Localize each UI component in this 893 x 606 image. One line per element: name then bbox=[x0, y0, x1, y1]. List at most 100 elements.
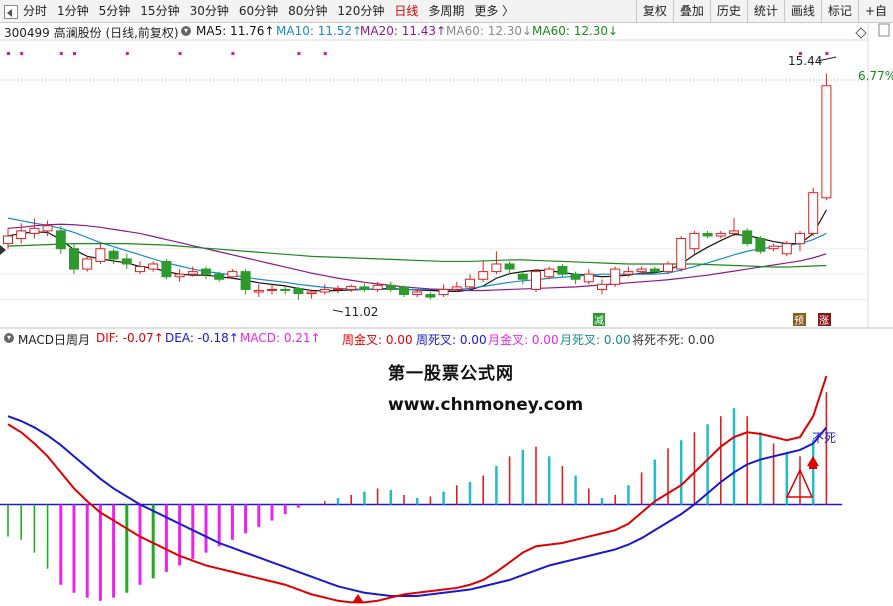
candle-41 bbox=[544, 266, 555, 280]
candle-35 bbox=[465, 274, 475, 290]
signal-dot-3 bbox=[73, 52, 76, 55]
candle-body-52 bbox=[689, 232, 700, 250]
candle-body-23 bbox=[306, 291, 317, 295]
candle-6 bbox=[82, 256, 93, 272]
candle-body-36 bbox=[478, 271, 489, 280]
zhang-mark-text: 涨 bbox=[819, 315, 829, 327]
candle-32 bbox=[425, 291, 436, 300]
candle-26 bbox=[346, 284, 357, 292]
signal-dot-4 bbox=[125, 52, 129, 55]
low-price-arrow bbox=[332, 309, 344, 313]
signal-dot-6 bbox=[231, 52, 235, 55]
candle-body-32 bbox=[425, 294, 436, 298]
ma5-line bbox=[7, 209, 827, 293]
candle-37 bbox=[491, 251, 502, 275]
candle-body-33 bbox=[438, 288, 449, 296]
dea-line bbox=[7, 415, 828, 597]
candle-10 bbox=[135, 261, 145, 275]
candle-body-16 bbox=[214, 273, 225, 280]
candle-body-1 bbox=[16, 230, 27, 240]
candle-19 bbox=[253, 284, 264, 298]
candle-body-3 bbox=[42, 225, 53, 232]
candle-body-54 bbox=[715, 232, 726, 237]
candle-18 bbox=[240, 269, 251, 295]
candle-11 bbox=[148, 261, 159, 272]
candle-body-11 bbox=[148, 263, 159, 270]
candle-25 bbox=[333, 285, 343, 294]
candle-53 bbox=[702, 230, 713, 239]
candle-body-45 bbox=[597, 283, 607, 290]
candle-body-29 bbox=[385, 284, 396, 290]
candle-46 bbox=[610, 266, 621, 287]
candle-body-4 bbox=[55, 230, 66, 250]
candle-body-51 bbox=[676, 238, 687, 270]
candle-body-40 bbox=[531, 271, 541, 290]
candle-body-47 bbox=[623, 271, 634, 275]
candle-27 bbox=[359, 283, 370, 292]
candle-body-9 bbox=[121, 258, 132, 265]
ma-lines bbox=[7, 209, 827, 293]
candle-44 bbox=[583, 269, 594, 285]
high-price-label: 15.44 bbox=[788, 54, 822, 68]
candle-56 bbox=[742, 228, 753, 247]
candle-body-50 bbox=[663, 263, 673, 273]
side-panel-toggle-icon[interactable] bbox=[878, 23, 890, 37]
signal-dot-5 bbox=[178, 52, 182, 55]
candle-body-22 bbox=[293, 287, 304, 295]
candle-59 bbox=[781, 241, 792, 257]
candle-body-62 bbox=[821, 85, 832, 199]
candle-40 bbox=[531, 269, 541, 292]
stock-chart[interactable]: 15.44 6.77% 11.02 减 预 涨 不死 bbox=[0, 0, 893, 606]
candle-body-19 bbox=[253, 289, 264, 293]
candle-body-60 bbox=[795, 232, 805, 245]
candle-5 bbox=[69, 243, 79, 275]
candle-body-58 bbox=[768, 245, 779, 250]
left-scroll-arrow-icon[interactable] bbox=[0, 245, 6, 255]
signal-dot-1 bbox=[20, 52, 24, 55]
candle-body-61 bbox=[808, 192, 819, 234]
candle-body-24 bbox=[319, 288, 330, 293]
candle-body-17 bbox=[227, 271, 238, 278]
candle-body-15 bbox=[201, 268, 211, 275]
candle-61 bbox=[808, 187, 819, 236]
low-price-label: 11.02 bbox=[344, 305, 378, 319]
candle-55 bbox=[729, 218, 739, 236]
candle-body-10 bbox=[135, 266, 145, 273]
candle-body-38 bbox=[504, 263, 515, 270]
candle-body-55 bbox=[729, 230, 739, 234]
candle-body-59 bbox=[781, 243, 792, 255]
yu-mark-text: 预 bbox=[794, 315, 804, 327]
candlesticks[interactable] bbox=[3, 73, 832, 300]
jian-mark-text: 减 bbox=[594, 315, 604, 327]
candle-body-6 bbox=[82, 258, 93, 270]
candle-15 bbox=[201, 266, 211, 280]
signal-dot-7 bbox=[297, 52, 301, 55]
candle-7 bbox=[95, 243, 106, 264]
candle-body-0 bbox=[3, 235, 13, 245]
candle-1 bbox=[16, 223, 27, 244]
ma10-line bbox=[7, 217, 827, 291]
candle-22 bbox=[293, 286, 304, 300]
candle-52 bbox=[689, 230, 700, 254]
candle-60 bbox=[795, 230, 805, 252]
candle-body-46 bbox=[610, 268, 621, 285]
candle-body-35 bbox=[465, 278, 475, 288]
candle-body-8 bbox=[108, 250, 119, 260]
candle-20 bbox=[267, 284, 277, 295]
candle-13 bbox=[174, 269, 185, 282]
candle-body-41 bbox=[544, 268, 555, 278]
candle-body-26 bbox=[346, 285, 357, 290]
candle-57 bbox=[755, 235, 766, 254]
candle-58 bbox=[768, 243, 779, 252]
candle-body-31 bbox=[412, 291, 423, 296]
candle-body-5 bbox=[69, 248, 79, 270]
candle-body-14 bbox=[187, 271, 198, 275]
candle-body-56 bbox=[742, 230, 753, 245]
watermark-title: 第一股票公式网 bbox=[388, 364, 514, 384]
candle-body-13 bbox=[174, 273, 185, 278]
candle-9 bbox=[121, 253, 132, 270]
signal-dot-10 bbox=[825, 52, 829, 55]
diamond-icon[interactable] bbox=[855, 27, 867, 39]
candle-body-43 bbox=[570, 273, 581, 280]
candle-body-27 bbox=[359, 286, 370, 290]
